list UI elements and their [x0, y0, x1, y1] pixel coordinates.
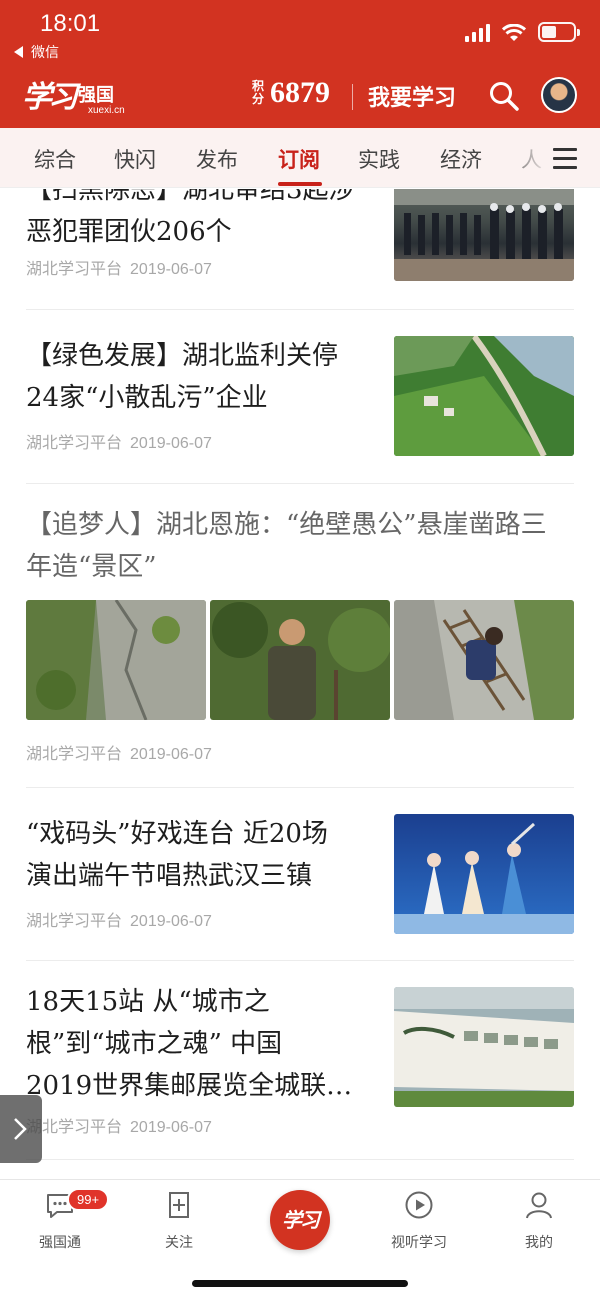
tab-dingyue[interactable]: 订阅 — [278, 144, 320, 174]
thumbnail-cliff-face — [26, 600, 206, 720]
back-arrow-icon — [14, 46, 23, 58]
item-date: 2019-06-07 — [130, 1119, 212, 1136]
logo-script: 学习 — [22, 80, 78, 115]
item-meta: 湖北学习平台 2019-06-07 — [26, 1113, 212, 1137]
thumbnail-river-farmland — [394, 336, 574, 456]
plus-square-icon — [169, 1192, 189, 1218]
item-meta: 湖北学习平台 2019-06-07 — [26, 907, 212, 931]
header-divider — [352, 84, 353, 110]
item-title-line: 年造“景区” — [26, 552, 157, 582]
tab-jingji[interactable]: 经济 — [440, 144, 482, 174]
thumbnail-cliff-ladder — [394, 600, 574, 720]
back-label: 微信 — [31, 45, 59, 61]
item-date: 2019-06-07 — [130, 746, 212, 763]
home-indicator[interactable] — [192, 1280, 408, 1287]
thumbnail-courtroom — [394, 189, 574, 281]
nav-label: 强国通 — [39, 1235, 81, 1251]
study-center-button[interactable]: 学习 — [270, 1190, 330, 1250]
logo-name: 强国 — [78, 85, 114, 106]
item-date: 2019-06-07 — [130, 913, 212, 930]
channel-tabs: 综合 快闪 发布 订阅 实践 经济 人 — [0, 128, 600, 188]
wifi-icon — [502, 24, 526, 41]
tab-fabu[interactable]: 发布 — [196, 144, 238, 174]
item-title: 【绿色发展】湖北监利关停 24家“小散乱污”企业 — [26, 335, 376, 419]
item-source: 湖北学习平台 — [26, 259, 123, 278]
status-time: 18:01 — [40, 10, 101, 37]
study-button[interactable]: 我要学习 — [368, 80, 456, 112]
unread-badge: 99+ — [67, 1188, 110, 1211]
nav-label: 关注 — [165, 1235, 193, 1251]
nav-label: 视听学习 — [391, 1235, 447, 1251]
person-icon — [526, 1192, 552, 1219]
chevron-right-icon — [14, 1118, 27, 1140]
separator — [26, 483, 574, 484]
side-expand-handle[interactable] — [0, 1095, 42, 1163]
item-title-line: 恶犯罪团伙206个 — [26, 217, 232, 247]
signal-icon — [465, 24, 490, 42]
item-title-line: 演出端午节唱热武汉三镇 — [26, 861, 313, 891]
thumbnail-exhibition-banner — [394, 987, 574, 1107]
item-title-line: 2019世界集邮展览全城联… — [26, 1071, 353, 1101]
item-title-line: 【绿色发展】湖北监利关停 — [26, 341, 339, 371]
nav-guanzhu[interactable]: 关注 — [134, 1190, 224, 1252]
separator — [26, 1159, 574, 1160]
item-title-line: “戏码头”好戏连台 近20场 — [26, 819, 328, 849]
item-title-line: 24家“小散乱污”企业 — [26, 383, 268, 413]
separator — [26, 787, 574, 788]
item-title: 18天15站 从“城市之 根”到“城市之魂” 中国 2019世界集邮展览全城联… — [26, 981, 386, 1107]
item-title-line: 18天15站 从“城市之 — [26, 987, 270, 1017]
nav-wode[interactable]: 我的 — [494, 1190, 584, 1252]
tab-shijian[interactable]: 实践 — [358, 144, 400, 174]
active-tab-indicator — [278, 182, 322, 186]
item-title-line: 根”到“城市之魂” 中国 — [26, 1029, 283, 1059]
news-feed: 【扫黑除恶】湖北审结3起涉 恶犯罪团伙206个 湖北学习平台 2019-06-07 — [0, 189, 600, 1179]
item-date: 2019-06-07 — [130, 435, 212, 452]
tab-kuaishan[interactable]: 快闪 — [114, 144, 156, 174]
menu-icon[interactable] — [553, 148, 577, 169]
avatar[interactable] — [541, 77, 577, 113]
app-logo: 学习 强国 xuexi.cn — [22, 72, 125, 116]
item-title-line: 【扫黑除恶】湖北审结3起涉 — [26, 189, 355, 205]
separator — [26, 960, 574, 961]
item-title: 【追梦人】湖北恩施：“绝壁愚公”悬崖凿路三 年造“景区” — [26, 504, 586, 588]
back-to-wechat[interactable]: 微信 — [14, 42, 59, 62]
tab-fade — [500, 128, 550, 188]
nav-shiting[interactable]: 视听学习 — [374, 1190, 464, 1252]
score-display[interactable]: 积分 6879 — [252, 76, 330, 110]
app-header: 18:01 微信 学习 强国 xuexi.cn 积分 6879 我要学习 — [0, 0, 600, 128]
score-value: 6879 — [270, 76, 330, 109]
item-title: 【扫黑除恶】湖北审结3起涉 恶犯罪团伙206个 — [26, 189, 376, 253]
status-icons — [465, 22, 580, 42]
nav-label: 我的 — [525, 1235, 553, 1251]
logo-domain: xuexi.cn — [88, 105, 125, 116]
thumbnail-opera-stage — [394, 814, 574, 934]
battery-icon — [538, 22, 580, 42]
score-label: 积分 — [252, 79, 265, 106]
item-title: “戏码头”好戏连台 近20场 演出端午节唱热武汉三镇 — [26, 813, 386, 897]
separator — [26, 309, 574, 310]
item-source: 湖北学习平台 — [26, 911, 123, 930]
item-date: 2019-06-07 — [130, 261, 212, 278]
item-title-line: 【追梦人】湖北恩施：“绝壁愚公”悬崖凿路三 — [26, 510, 547, 540]
play-circle-icon — [405, 1191, 433, 1219]
item-source: 湖北学习平台 — [26, 433, 123, 452]
item-meta: 湖北学习平台 2019-06-07 — [26, 429, 212, 453]
item-meta: 湖北学习平台 2019-06-07 — [26, 255, 212, 279]
item-meta: 湖北学习平台 2019-06-07 — [26, 740, 212, 764]
search-icon[interactable] — [488, 80, 520, 112]
thumbnail-old-man — [210, 600, 390, 720]
tab-zonghe[interactable]: 综合 — [34, 144, 76, 174]
item-source: 湖北学习平台 — [26, 744, 123, 763]
nav-qiangguotong[interactable]: 99+ 强国通 — [15, 1188, 110, 1252]
